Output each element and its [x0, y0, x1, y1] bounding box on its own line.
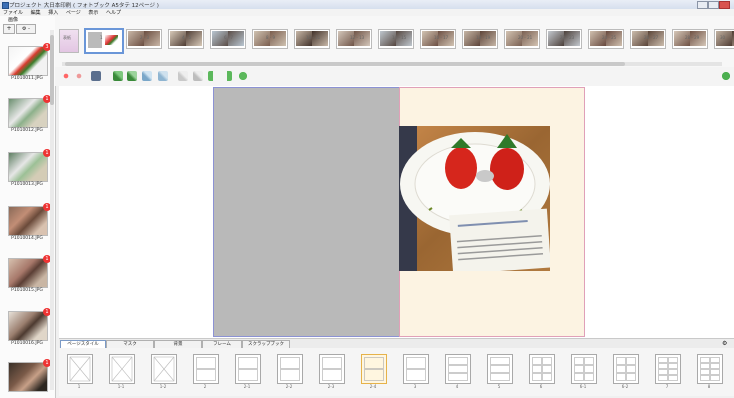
- tabs-settings-icon[interactable]: ⚙: [722, 340, 727, 347]
- page-label: 12 - 13: [350, 35, 365, 40]
- page-label: 4 - 5: [182, 35, 192, 40]
- layout-label: 2-3: [327, 384, 335, 389]
- page-thumb-selected[interactable]: [84, 28, 124, 54]
- page-label: 8 - 9: [266, 35, 276, 40]
- page-label: 2 - 3: [140, 35, 150, 40]
- photo-thumb[interactable]: 1: [8, 308, 51, 341]
- layout-thumb[interactable]: [697, 354, 723, 384]
- layout-thumb[interactable]: [109, 354, 135, 384]
- left-page[interactable]: [213, 87, 401, 337]
- photo-thumb[interactable]: 1: [8, 149, 51, 182]
- page-label: 20 - 21: [518, 35, 533, 40]
- photo-label: P1010012.JPG: [11, 128, 43, 133]
- copy-icon[interactable]: [158, 71, 168, 81]
- page-label: 表紙: [63, 35, 71, 40]
- page-label: 16 - 17: [434, 35, 449, 40]
- page-label: 6 - 7: [224, 35, 234, 40]
- photo-label: P1010013.JPG: [11, 182, 43, 187]
- add-image-button[interactable]: +: [3, 24, 15, 34]
- layout-panel: 11-11-222-12-22-32-434566-16-2789: [59, 348, 734, 396]
- page-label: 1: [100, 35, 103, 40]
- layout-thumb[interactable]: [529, 354, 555, 384]
- page-label: 14 - 15: [392, 35, 407, 40]
- rotate-icon[interactable]: [142, 71, 152, 81]
- layout-thumb[interactable]: [445, 354, 471, 384]
- zoom-out-icon[interactable]: [178, 71, 188, 81]
- layout-thumb[interactable]: [319, 354, 345, 384]
- add-page-icon[interactable]: [113, 71, 123, 81]
- cart-icon[interactable]: [721, 71, 731, 81]
- layout-thumb[interactable]: [235, 354, 261, 384]
- page-label: 10 - 11: [306, 35, 321, 40]
- photo-label: P1010016.JPG: [11, 341, 43, 346]
- layout-label: 2-1: [243, 384, 251, 389]
- photo-label: P1010011.JPG: [11, 76, 43, 81]
- layout-thumb[interactable]: [487, 354, 513, 384]
- add-circle-icon[interactable]: [238, 71, 248, 81]
- menu-bar: ファイル 編集 挿入 ページ 表示 ヘルプ: [0, 9, 734, 16]
- page-label: 24 - 25: [602, 35, 617, 40]
- app-icon: [2, 2, 9, 9]
- page-label: 22 - 23: [560, 35, 575, 40]
- photo-thumb[interactable]: 1: [8, 203, 51, 236]
- maximize-button[interactable]: [708, 1, 719, 9]
- next-arrow-icon[interactable]: [222, 71, 232, 81]
- layout-label: 1-1: [117, 384, 125, 389]
- insert-page-icon[interactable]: [127, 71, 137, 81]
- layout-label: 2-4: [369, 384, 377, 389]
- close-button[interactable]: [719, 1, 730, 9]
- layout-thumb[interactable]: [361, 354, 387, 384]
- page-label: 30: [720, 35, 726, 40]
- layout-thumb[interactable]: [151, 354, 177, 384]
- layout-thumb[interactable]: [67, 354, 93, 384]
- image-panel-header: 画像: [8, 17, 19, 23]
- undo-icon[interactable]: [61, 71, 71, 81]
- image-panel-scrollbar[interactable]: [50, 30, 54, 390]
- photo-thumb[interactable]: 1: [8, 95, 51, 128]
- layout-thumb[interactable]: [403, 354, 429, 384]
- layout-label: 2: [203, 384, 207, 389]
- photo-label: P1010014.JPG: [11, 236, 43, 241]
- layout-label: 1-2: [159, 384, 167, 389]
- layout-thumb[interactable]: [655, 354, 681, 384]
- panel-settings-button[interactable]: ⚙ -: [16, 24, 36, 34]
- photo-thumb[interactable]: 1: [8, 359, 51, 392]
- window-title: プロジェクト 大日本印刷 ( フォトブック A5タテ 12ページ ): [9, 3, 159, 9]
- layout-label: 2-2: [285, 384, 293, 389]
- layout-label: 6: [539, 384, 543, 389]
- zoom-in-icon[interactable]: [193, 71, 203, 81]
- layout-thumb[interactable]: [571, 354, 597, 384]
- layout-label: 6-2: [621, 384, 629, 389]
- layout-label: 6-1: [579, 384, 587, 389]
- toolbar: [55, 67, 734, 86]
- layout-thumb[interactable]: [613, 354, 639, 384]
- page-label: 26 - 27: [644, 35, 659, 40]
- page-strip-scrollbar[interactable]: [62, 62, 722, 66]
- photo-thumb[interactable]: 1: [8, 255, 51, 288]
- layout-thumb[interactable]: [277, 354, 303, 384]
- strawberry-photo[interactable]: [399, 126, 550, 271]
- photo-label: P1010015.JPG: [11, 288, 43, 293]
- layout-label: 7: [665, 384, 669, 389]
- layout-label: 8: [707, 384, 711, 389]
- layout-label: 4: [455, 384, 459, 389]
- minimize-button[interactable]: [697, 1, 708, 9]
- photo-thumb[interactable]: 3: [8, 43, 51, 76]
- cover-thumb[interactable]: [59, 29, 79, 53]
- save-icon[interactable]: [91, 71, 101, 81]
- layout-label: 1: [77, 384, 81, 389]
- page-label: 28 - 29: [685, 35, 700, 40]
- layout-thumb[interactable]: [193, 354, 219, 384]
- page-label: 18 - 19: [476, 35, 491, 40]
- prev-arrow-icon[interactable]: [208, 71, 218, 81]
- layout-label: 3: [413, 384, 417, 389]
- redo-icon[interactable]: [74, 71, 84, 81]
- layout-label: 5: [497, 384, 501, 389]
